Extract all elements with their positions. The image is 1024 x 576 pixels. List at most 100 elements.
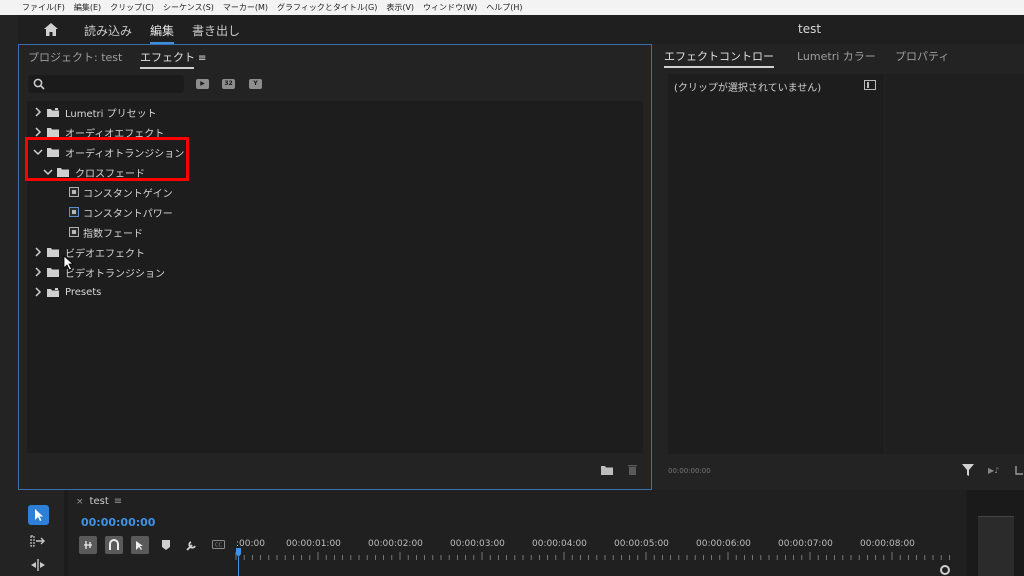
- ruler-label: 00:00:03:00: [450, 539, 505, 549]
- effect-controls-timecode: 00:00:00:00: [668, 467, 711, 475]
- snap-toggle-button[interactable]: [105, 536, 123, 554]
- tree-item-label: Presets: [65, 286, 102, 298]
- filter-icon[interactable]: [962, 464, 974, 476]
- magnet-icon: [109, 539, 119, 550]
- chevron-right-icon[interactable]: [33, 127, 43, 137]
- tree-item-label: コンスタントパワー: [83, 208, 173, 220]
- panel-menu-icon[interactable]: ≡: [114, 496, 122, 507]
- effect-controls-panel: エフェクトコントロー Lumetri カラー プロパティ (クリップが選択されて…: [656, 44, 1024, 490]
- tab-export[interactable]: 書き出し: [192, 22, 240, 39]
- audio-meter: [978, 516, 1014, 576]
- sequence-tab[interactable]: × test ≡: [76, 496, 122, 507]
- tab-effects-label: エフェクト: [140, 51, 195, 64]
- preset-folder-icon: [47, 287, 59, 297]
- tree-item-label: ビデオトランジション: [65, 268, 165, 280]
- tab-properties[interactable]: プロパティ: [895, 48, 949, 64]
- document-title: test: [798, 22, 822, 36]
- menu-view[interactable]: 表示(V): [386, 2, 414, 13]
- svg-text:CC: CC: [215, 543, 222, 549]
- wrench-icon[interactable]: [186, 540, 197, 551]
- chevron-right-icon[interactable]: [33, 107, 43, 117]
- mouse-cursor-icon: [63, 255, 75, 271]
- playhead-timecode[interactable]: 00:00:00:00: [81, 516, 155, 529]
- chevron-right-icon[interactable]: [33, 287, 43, 297]
- ruler-label: 00:00:07:00: [778, 539, 833, 549]
- 32bit-effects-icon[interactable]: 32: [222, 79, 235, 89]
- tree-item-video-transitions[interactable]: ビデオトランジション: [33, 263, 165, 281]
- tab-effect-controls[interactable]: エフェクトコントロー: [664, 48, 774, 68]
- sequence-tab-label: test: [89, 496, 109, 507]
- menu-sequence[interactable]: シーケンス(S): [163, 2, 214, 13]
- time-ruler[interactable]: :00:00 00:00:01:00 00:00:02:00 00:00:03:…: [234, 534, 950, 560]
- default-transition-icon: [69, 207, 79, 217]
- add-marker-icon[interactable]: [162, 540, 170, 550]
- timeline-panel: × test ≡ 00:00:00:00 CC :00:00 00:00:01:00…: [68, 490, 966, 576]
- folder-icon: [47, 247, 59, 257]
- tree-item-label: 指数フェード: [83, 228, 143, 240]
- menu-bar: ファイル(F) 編集(E) クリップ(C) シーケンス(S) マーカー(M) グ…: [0, 0, 1024, 15]
- menu-help[interactable]: ヘルプ(H): [486, 2, 522, 13]
- transition-icon: [69, 227, 79, 237]
- search-icon: [33, 78, 45, 90]
- linked-selection-button[interactable]: [131, 536, 149, 554]
- search-box: [28, 75, 184, 93]
- close-icon[interactable]: ×: [76, 497, 84, 507]
- loop-icon[interactable]: [1014, 465, 1024, 475]
- trash-icon[interactable]: [628, 464, 637, 475]
- folder-icon: [47, 267, 59, 277]
- tree-item-constant-gain[interactable]: コンスタントゲイン: [69, 183, 173, 201]
- chevron-right-icon[interactable]: [33, 267, 43, 277]
- ruler-label: 00:00:02:00: [368, 539, 423, 549]
- accelerated-effects-icon[interactable]: ▶: [196, 79, 209, 89]
- audio-meter-panel: [968, 490, 1024, 576]
- menu-edit[interactable]: 編集(E): [74, 2, 101, 13]
- tab-lumetri-color[interactable]: Lumetri カラー: [797, 48, 876, 64]
- new-bin-icon[interactable]: [601, 466, 613, 475]
- panel-menu-icon[interactable]: ≡: [198, 53, 206, 64]
- tree-item-video-effects[interactable]: ビデオエフェクト: [33, 243, 145, 261]
- nest-toggle-button[interactable]: [79, 536, 97, 554]
- transition-icon: [69, 187, 79, 197]
- home-icon[interactable]: [44, 23, 58, 36]
- tree-item-presets[interactable]: Presets: [33, 283, 101, 301]
- menu-clip[interactable]: クリップ(C): [110, 2, 154, 13]
- captions-icon[interactable]: CC: [212, 540, 225, 549]
- tree-item-lumetri-presets[interactable]: Lumetri プリセット: [33, 103, 157, 121]
- link-icon: [136, 541, 143, 550]
- ruler-label: 00:00:08:00: [860, 539, 915, 549]
- ruler-label: 00:00:04:00: [532, 539, 587, 549]
- track-select-tool-icon[interactable]: [30, 534, 46, 548]
- active-tab-underline: [664, 66, 774, 68]
- active-tab-underline: [140, 67, 195, 69]
- menu-marker[interactable]: マーカー(M): [223, 2, 268, 13]
- tree-item-constant-power[interactable]: コンスタントパワー: [69, 203, 173, 221]
- tab-edit[interactable]: 編集: [150, 22, 175, 44]
- yuv-effects-icon[interactable]: Y: [249, 79, 262, 89]
- arrow-pointer-icon: [35, 509, 43, 521]
- tools-panel: [18, 490, 64, 576]
- tree-item-label: ビデオエフェクト: [65, 248, 145, 260]
- tab-import[interactable]: 読み込み: [84, 22, 132, 39]
- menu-file[interactable]: ファイル(F): [22, 2, 65, 13]
- preset-folder-icon: [47, 107, 59, 117]
- menu-window[interactable]: ウィンドウ(W): [423, 2, 477, 13]
- tree-item-exponential-fade[interactable]: 指数フェード: [69, 223, 143, 241]
- menu-graphics[interactable]: グラフィックとタイトル(G): [277, 2, 377, 13]
- zoom-scroll-handle[interactable]: [940, 565, 950, 575]
- folder-icon: [47, 127, 59, 137]
- workspace-header: 読み込み 編集 書き出し test: [18, 15, 1024, 44]
- annotation-highlight-box: [25, 137, 189, 181]
- timeline-area: × test ≡ 00:00:00:00 CC :00:00 00:00:01:00…: [18, 490, 1024, 576]
- audio-playback-icon[interactable]: ▶♪: [988, 466, 999, 475]
- selection-tool-button[interactable]: [28, 505, 49, 525]
- ripple-edit-tool-icon[interactable]: [30, 558, 46, 572]
- chevron-right-icon[interactable]: [33, 247, 43, 257]
- nest-icon: [84, 541, 92, 549]
- tab-effects[interactable]: エフェクト ≡: [140, 49, 206, 69]
- search-input[interactable]: [50, 76, 180, 92]
- playhead[interactable]: [236, 548, 241, 576]
- effects-panel: プロジェクト: test エフェクト ≡ ▶ 32 Y Lumetri プリセット…: [18, 44, 652, 490]
- tree-item-label: Lumetri プリセット: [65, 108, 157, 120]
- tab-project[interactable]: プロジェクト: test: [28, 49, 122, 65]
- show-timeline-icon[interactable]: [864, 80, 876, 90]
